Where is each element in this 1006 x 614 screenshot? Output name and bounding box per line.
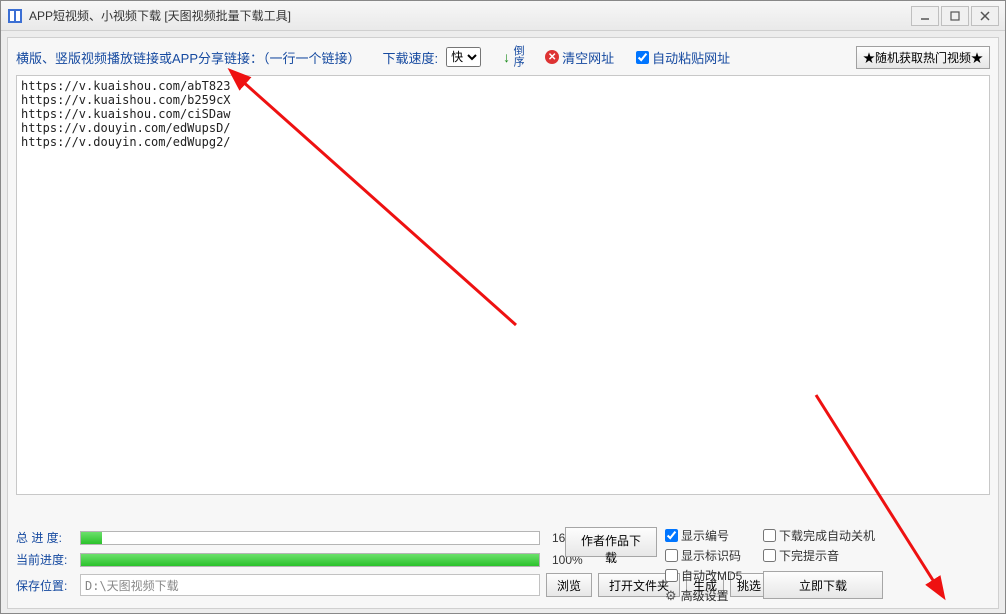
save-path-input[interactable] xyxy=(80,574,540,596)
clear-urls-button[interactable]: ✕ 清空网址 xyxy=(545,48,614,67)
show-id-checkbox[interactable]: 显示标识码 xyxy=(665,547,742,564)
bottom-panel: 总 进 度: 16 / 354 作者作品下载 显示编号 显示标识码 自动改MD5… xyxy=(16,529,990,602)
current-progress-label: 当前进度: xyxy=(16,551,74,568)
random-hot-videos-button[interactable]: ★随机获取热门视频★ xyxy=(856,46,990,69)
toolbar: 横版、竖版视频播放链接或APP分享链接：（一行一个链接） 下载速度: 快 ↓ 倒… xyxy=(8,38,998,75)
minimize-button[interactable] xyxy=(911,6,939,26)
shutdown-after-checkbox[interactable]: 下载完成自动关机 xyxy=(763,527,883,544)
speed-select[interactable]: 快 xyxy=(446,47,481,67)
window-titlebar: APP短视频、小视频下载 [天图视频批量下载工具] xyxy=(1,1,1005,31)
current-progress-bar xyxy=(80,553,540,567)
main-panel: 横版、竖版视频播放链接或APP分享链接：（一行一个链接） 下载速度: 快 ↓ 倒… xyxy=(7,37,999,609)
arrow-down-icon: ↓ xyxy=(503,49,510,65)
download-now-button[interactable]: 立即下载 xyxy=(763,571,883,599)
maximize-button[interactable] xyxy=(941,6,969,26)
advanced-settings-button[interactable]: ⚙高级设置 xyxy=(665,587,742,604)
author-works-download-button[interactable]: 作者作品下载 xyxy=(565,527,657,557)
auto-paste-checkbox[interactable]: 自动粘贴网址 xyxy=(636,48,730,67)
total-progress-bar xyxy=(80,531,540,545)
url-input-textarea[interactable] xyxy=(16,75,990,495)
reverse-order-button[interactable]: ↓ 倒序 xyxy=(503,45,523,69)
instruction-label: 横版、竖版视频播放链接或APP分享链接：（一行一个链接） xyxy=(16,48,361,67)
app-icon xyxy=(7,8,23,24)
close-circle-icon: ✕ xyxy=(545,50,559,64)
total-progress-label: 总 进 度: xyxy=(16,529,74,546)
close-button[interactable] xyxy=(971,6,999,26)
speed-label: 下载速度: xyxy=(383,48,439,67)
browse-button[interactable]: 浏览 xyxy=(546,573,592,597)
beep-after-checkbox[interactable]: 下完提示音 xyxy=(763,547,883,564)
save-location-label: 保存位置: xyxy=(16,577,74,594)
window-title: APP短视频、小视频下载 [天图视频批量下载工具] xyxy=(29,7,909,24)
window-controls xyxy=(909,6,999,26)
gear-icon: ⚙ xyxy=(665,588,677,604)
auto-md5-checkbox[interactable]: 自动改MD5 xyxy=(665,567,742,584)
show-index-checkbox[interactable]: 显示编号 xyxy=(665,527,742,544)
